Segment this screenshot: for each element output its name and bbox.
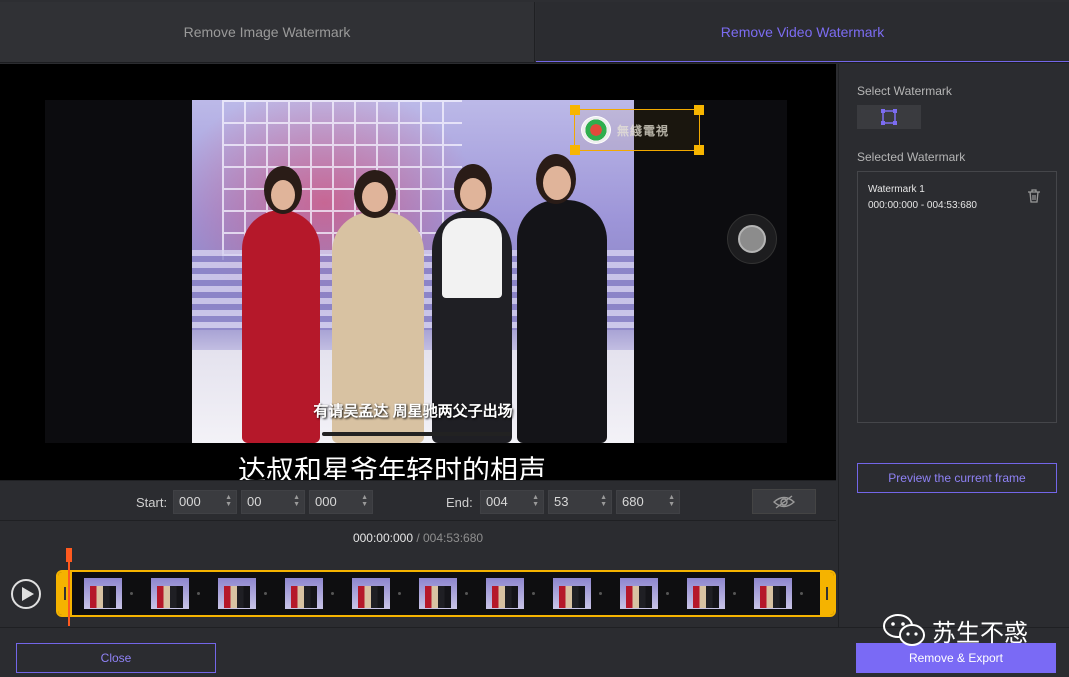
- timecode-display: 000:00:000 / 004:53:680: [0, 531, 836, 545]
- timeline-thumbnail: [547, 576, 614, 611]
- watermark-panel: Select Watermark Selected Watermark Wate…: [838, 64, 1069, 627]
- start-minutes-stepper[interactable]: 00 ▲ ▼: [241, 490, 305, 514]
- select-watermark-button[interactable]: [857, 105, 921, 129]
- watermark-remover-window: Remove Image Watermark Remove Video Wate…: [0, 0, 1069, 677]
- timeline-thumbnail: [413, 576, 480, 611]
- preview-frame-button[interactable]: Preview the current frame: [857, 463, 1057, 493]
- total-time: / 004:53:680: [413, 531, 484, 545]
- start-label: Start:: [136, 495, 168, 510]
- play-icon: [21, 587, 34, 601]
- watermark-logo-text: 無綫電視: [617, 124, 670, 138]
- tab-bar: Remove Image Watermark Remove Video Wate…: [0, 0, 1069, 63]
- timeline-thumbnail: [681, 576, 748, 611]
- video-frame: 有请吴孟达 周星驰两父子出场: [45, 100, 787, 443]
- end-millis-stepper[interactable]: 680 ▲ ▼: [616, 490, 680, 514]
- start-hours-value: 000: [179, 494, 201, 509]
- wechat-brand-overlay: 苏生不惑: [882, 612, 1028, 648]
- selection-box-icon: [881, 109, 897, 125]
- watermark-selection-box[interactable]: 無綫電視: [570, 105, 704, 155]
- stepper-arrows-icon[interactable]: ▲ ▼: [668, 494, 675, 508]
- performer-face: [271, 180, 295, 210]
- start-minutes-value: 00: [247, 494, 262, 509]
- time-range-controls: Start: 000 ▲ ▼ 00 ▲ ▼ 000 ▲ ▼ End: 004 ▲ ▼ 53 ▲ ▼ …: [0, 480, 836, 521]
- end-minutes-stepper[interactable]: 53 ▲ ▼: [548, 490, 612, 514]
- resize-handle-bottom-left[interactable]: [570, 145, 580, 155]
- trash-icon[interactable]: [1026, 188, 1042, 204]
- floating-assistive-button[interactable]: [727, 214, 777, 264]
- end-minutes-value: 53: [554, 494, 569, 509]
- select-watermark-label: Select Watermark: [857, 84, 952, 98]
- tab-remove-image-watermark[interactable]: Remove Image Watermark: [0, 2, 535, 62]
- timeline-thumbnail: [480, 576, 547, 611]
- performer-face: [543, 166, 571, 200]
- tab-remove-video-watermark[interactable]: Remove Video Watermark: [536, 2, 1069, 62]
- timeline-thumbnail: [346, 576, 413, 611]
- video-outer-subtitle: 达叔和星爷年轻时的相声: [237, 454, 546, 480]
- end-hours-value: 004: [486, 494, 508, 509]
- stepper-arrows-icon[interactable]: ▲ ▼: [293, 494, 300, 508]
- close-button[interactable]: Close: [16, 643, 216, 673]
- playhead-line: [68, 562, 70, 626]
- stepper-arrows-icon[interactable]: ▲ ▼: [225, 494, 232, 508]
- timeline-thumbnail: [212, 576, 279, 611]
- video-inner-subtitle: 有请吴孟达 周星驰两父子出场: [313, 403, 513, 420]
- watermark-item-range: 000:00:000 - 004:53:680: [868, 200, 977, 211]
- tvb-logo-icon: [581, 116, 611, 144]
- video-preview: 有请吴孟达 周星驰两父子出场 無綫電視 达叔和星爷年轻时的相声: [0, 64, 836, 480]
- resize-handle-top-left[interactable]: [570, 105, 580, 115]
- timeline-thumbnail: [614, 576, 681, 611]
- end-millis-value: 680: [622, 494, 644, 509]
- timeline-thumbnail: [748, 576, 815, 611]
- resize-handle-bottom-right[interactable]: [694, 145, 704, 155]
- timeline-thumbnail: [78, 576, 145, 611]
- performer-face: [362, 182, 388, 212]
- performer-shirt: [442, 218, 502, 298]
- resize-handle-top-right[interactable]: [694, 105, 704, 115]
- eye-hidden-icon: [773, 494, 795, 509]
- timeline-strip[interactable]: [56, 570, 836, 617]
- timeline-thumbnail: [145, 576, 212, 611]
- end-label: End:: [446, 495, 473, 510]
- selected-watermark-label: Selected Watermark: [857, 150, 966, 164]
- brand-text: 苏生不惑: [932, 618, 1028, 647]
- start-millis-stepper[interactable]: 000 ▲ ▼: [309, 490, 373, 514]
- timeline-thumbnail: [279, 576, 346, 611]
- video-home-indicator: [322, 432, 512, 436]
- watermark-item-name[interactable]: Watermark 1: [868, 184, 925, 195]
- stepper-arrows-icon[interactable]: ▲ ▼: [600, 494, 607, 508]
- current-time: 000:00:000: [352, 531, 413, 545]
- timeline-thumbnails: [78, 576, 820, 611]
- wechat-icon: [883, 614, 925, 646]
- assistive-dot-icon: [738, 225, 766, 253]
- hide-watermark-toggle[interactable]: [752, 489, 816, 514]
- timeline-end-handle[interactable]: [820, 572, 834, 615]
- stepper-arrows-icon[interactable]: ▲ ▼: [532, 494, 539, 508]
- start-hours-stepper[interactable]: 000 ▲ ▼: [173, 490, 237, 514]
- performer-face: [460, 178, 486, 210]
- start-millis-value: 000: [315, 494, 337, 509]
- stepper-arrows-icon[interactable]: ▲ ▼: [361, 494, 368, 508]
- selected-watermark-list: Watermark 1 000:00:000 - 004:53:680: [857, 171, 1057, 423]
- play-button[interactable]: [11, 579, 41, 609]
- video-scene: 有请吴孟达 周星驰两父子出场: [192, 100, 634, 443]
- end-hours-stepper[interactable]: 004 ▲ ▼: [480, 490, 544, 514]
- playhead-marker[interactable]: [66, 548, 72, 562]
